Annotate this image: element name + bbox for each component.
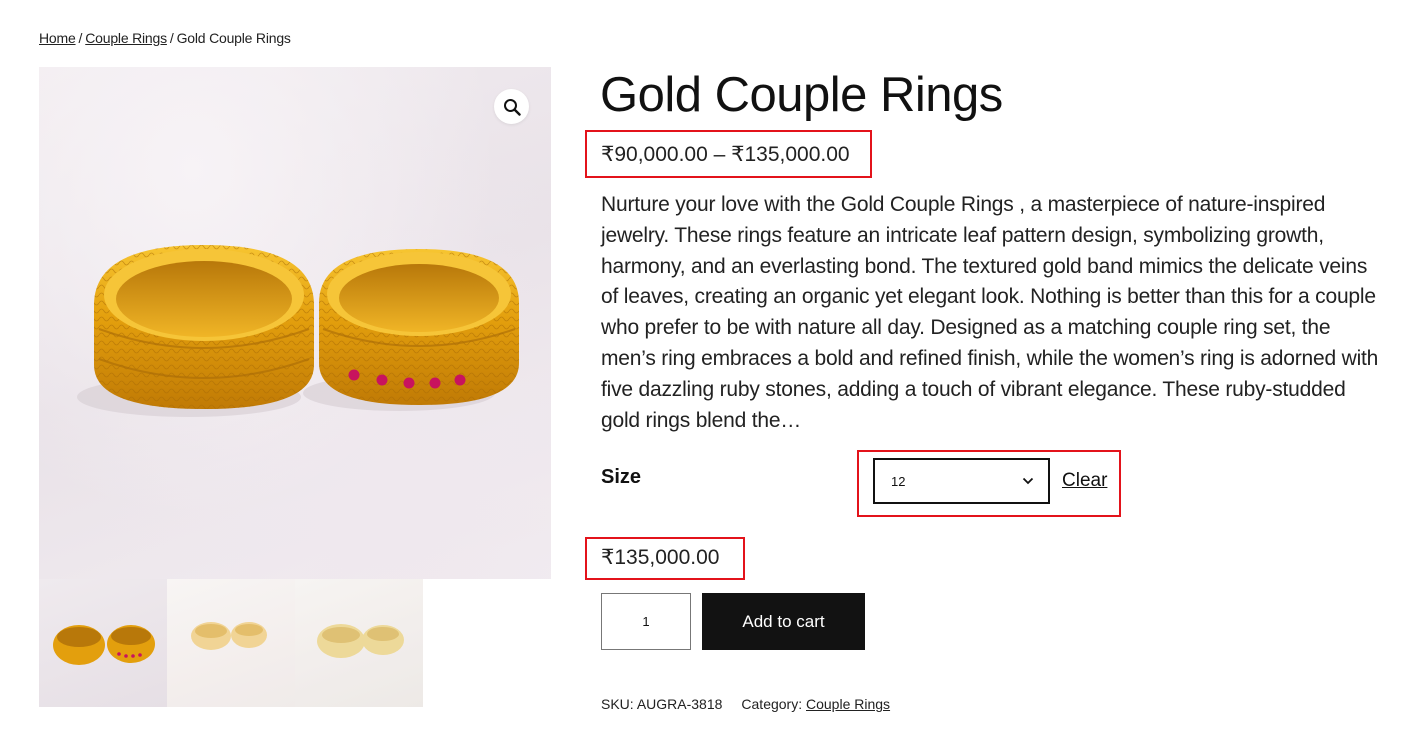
breadcrumb-separator: / [78,30,83,46]
quantity-input[interactable]: 1 [601,593,691,650]
size-label: Size [601,466,642,488]
thumbnail-rings-icon [53,625,155,665]
thumbnail-2[interactable] [167,579,295,707]
chevron-down-icon [1022,477,1034,485]
breadcrumb: Home / Couple Rings / Gold Couple Rings [39,30,291,46]
thumbnail-strip [39,579,423,707]
breadcrumb-category-link[interactable]: Couple Rings [85,30,167,46]
thumbnail-rings-icon [191,622,267,650]
variation-price: ₹135,000.00 [601,546,720,569]
sku-value: AUGRA-3818 [636,696,723,712]
breadcrumb-separator: / [169,30,174,46]
product-meta: SKU: AUGRA-3818 Category: Couple Rings [601,696,890,712]
size-selected-value: 12 [891,473,906,489]
product-title: Gold Couple Rings [600,68,1003,122]
size-select[interactable]: 12 [873,458,1050,504]
price-range: ₹90,000.00 – ₹135,000.00 [601,143,850,166]
zoom-button[interactable] [494,89,529,124]
thumbnail-1[interactable] [39,579,167,707]
magnifier-icon [503,98,521,116]
thumbnail-3[interactable] [295,579,423,707]
breadcrumb-home-link[interactable]: Home [39,30,76,46]
sku-label: SKU: [601,696,634,712]
product-description: Nurture your love with the Gold Couple R… [601,193,1379,432]
clear-link[interactable]: Clear [1062,470,1107,492]
breadcrumb-current: Gold Couple Rings [176,30,291,46]
thumbnail-rings-icon [317,624,404,658]
product-main-image[interactable] [39,67,551,579]
category-link[interactable]: Couple Rings [806,696,890,712]
add-to-cart-button[interactable]: Add to cart [702,593,865,650]
category-label: Category: [741,696,803,712]
gold-rings-illustration [77,245,519,417]
